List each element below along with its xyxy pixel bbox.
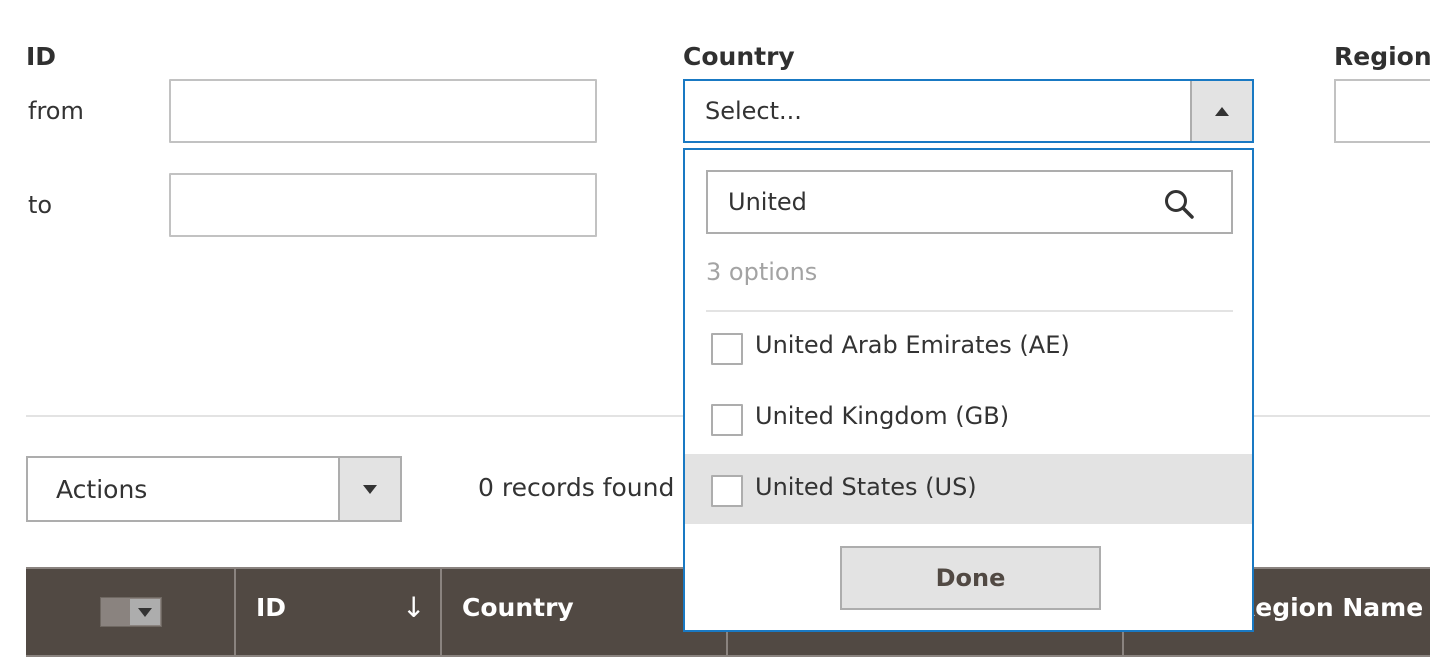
caret-up-icon [1215,107,1229,116]
option-checkbox[interactable] [711,333,743,365]
country-search-value: United [728,188,807,216]
option-checkbox[interactable] [711,404,743,436]
option-label: United Arab Emirates (AE) [755,331,1070,359]
country-select-value: Select... [705,97,802,125]
option-label: United Kingdom (GB) [755,402,1010,430]
id-from-label: from [28,97,84,125]
records-count: 0 records found [478,473,675,502]
options-count: 3 options [706,258,818,286]
option-label: United States (US) [755,473,977,501]
country-filter-label: Country [683,42,795,71]
caret-down-icon [363,485,377,494]
sort-arrow-icon: ↓ [402,591,426,624]
country-option[interactable]: United Arab Emirates (AE) [685,312,1252,382]
actions-toggle[interactable] [338,458,400,520]
country-dropdown-panel: United 3 options United Arab Emirates (A… [683,148,1254,632]
grid-body [26,655,1430,662]
page: ID from to Country Select... Region Acti… [0,0,1430,662]
column-separator [234,569,236,655]
option-checkbox[interactable] [711,475,743,507]
caret-down-icon [138,608,152,617]
region-filter-label: Region [1334,42,1430,71]
column-header-region-name[interactable]: Region Name [1236,593,1423,622]
country-option[interactable]: United States (US) [685,454,1252,524]
country-search-input[interactable]: United [706,170,1233,234]
id-filter-label: ID [26,42,57,71]
actions-dropdown[interactable]: Actions [26,456,402,522]
country-select-toggle[interactable] [1190,81,1252,141]
country-select[interactable]: Select... [683,79,1254,143]
country-option[interactable]: United Kingdom (GB) [685,383,1252,453]
search-icon[interactable] [1163,188,1195,220]
id-to-input[interactable] [169,173,597,237]
done-button[interactable]: Done [840,546,1101,610]
actions-label: Actions [56,475,148,504]
id-to-label: to [28,191,53,219]
id-from-input[interactable] [169,79,597,143]
mass-select-toggle[interactable] [130,599,160,625]
region-input[interactable] [1334,79,1430,143]
column-separator [440,569,442,655]
column-header-id[interactable]: ID [256,593,286,622]
mass-select-dropdown[interactable] [100,597,162,627]
column-header-country[interactable]: Country [462,593,574,622]
